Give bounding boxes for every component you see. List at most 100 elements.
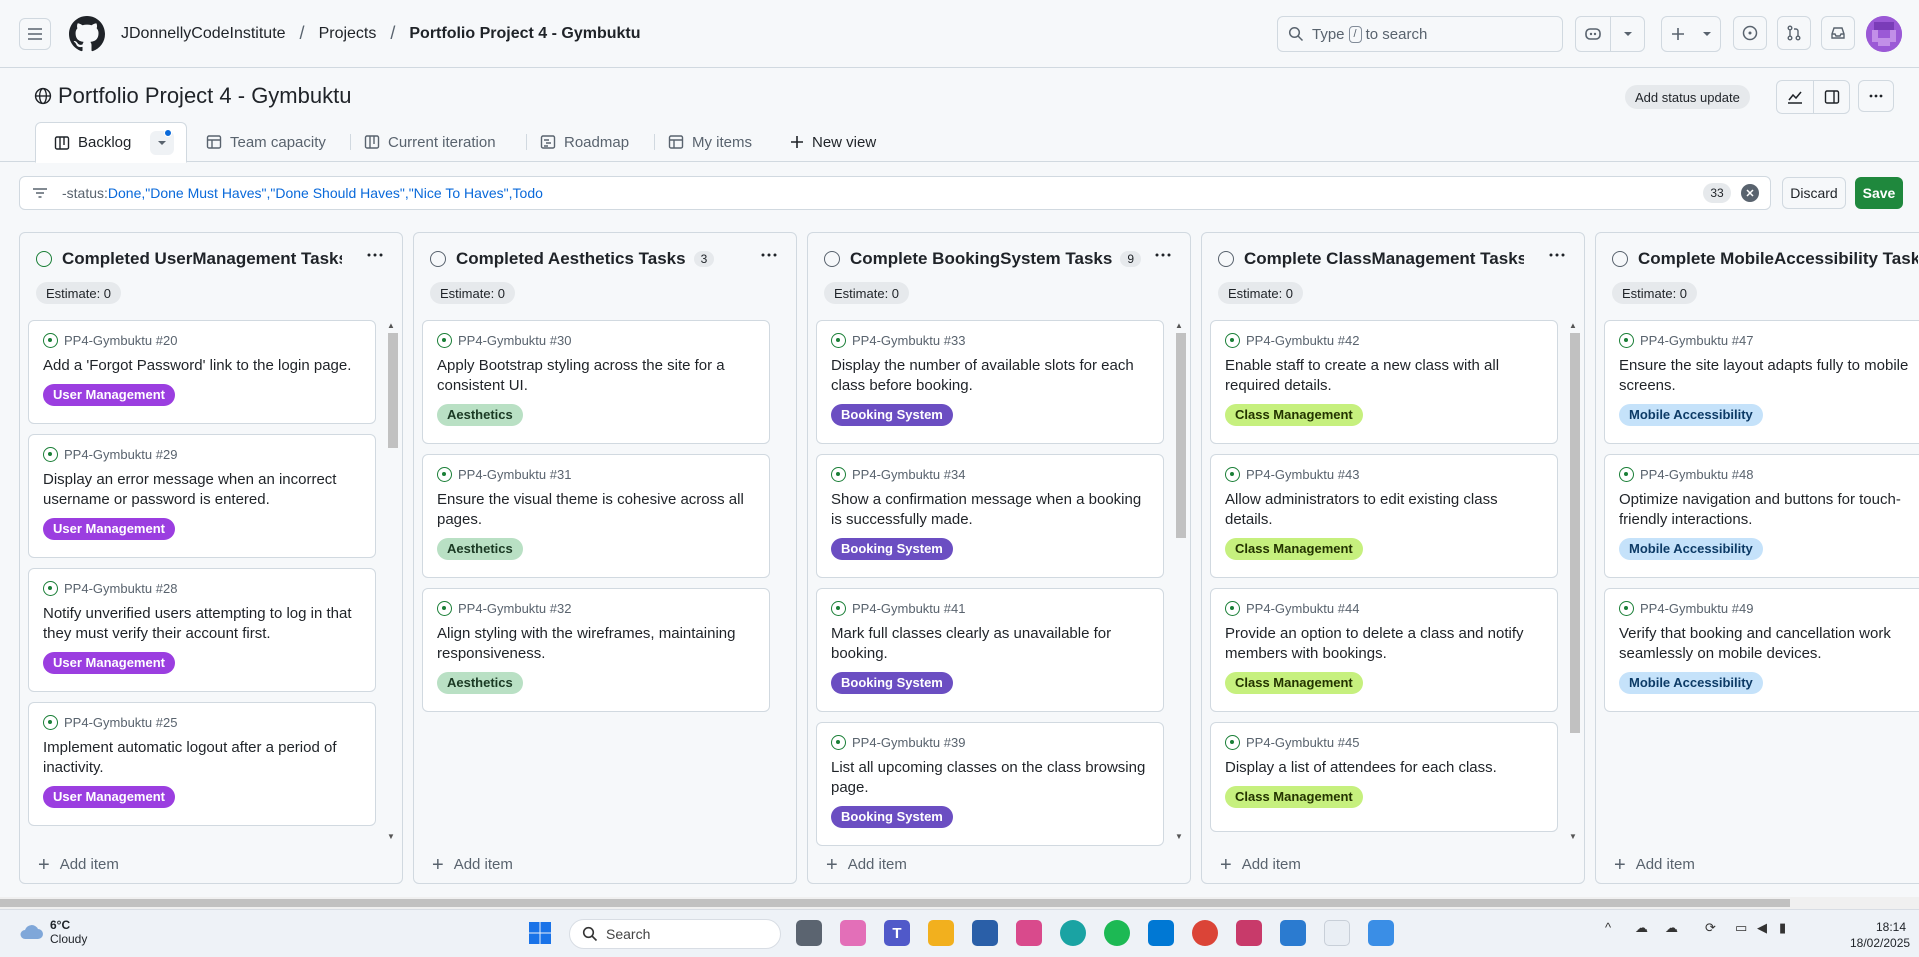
- issue-title[interactable]: Optimize navigation and buttons for touc…: [1619, 490, 1919, 530]
- column-header[interactable]: Completed Aesthetics Tasks 3: [414, 233, 796, 285]
- issue-title[interactable]: Display a list of attendees for each cla…: [1225, 758, 1543, 778]
- issue-reference[interactable]: PP4-Gymbuktu #43: [1225, 467, 1543, 482]
- global-search-input[interactable]: Type / to search: [1277, 16, 1563, 52]
- issue-card[interactable]: PP4-Gymbuktu #20 Add a 'Forgot Password' …: [28, 320, 376, 424]
- issue-label[interactable]: Class Management: [1225, 786, 1363, 808]
- issue-label[interactable]: Booking System: [831, 404, 953, 426]
- issue-title[interactable]: List all upcoming classes on the class b…: [831, 758, 1149, 798]
- issue-label[interactable]: User Management: [43, 384, 175, 406]
- scroll-down-arrow-icon[interactable]: ▼: [387, 832, 395, 841]
- add-item-button[interactable]: + Add item: [1220, 855, 1301, 875]
- horizontal-scrollbar-thumb[interactable]: [0, 899, 1790, 907]
- issue-card[interactable]: PP4-Gymbuktu #49 Verify that booking and …: [1604, 588, 1919, 712]
- active-app-icon[interactable]: [1236, 920, 1262, 946]
- tab-my-items[interactable]: My items: [654, 122, 752, 162]
- issue-card[interactable]: PP4-Gymbuktu #44 Provide an option to del…: [1210, 588, 1558, 712]
- column-menu-button[interactable]: [366, 247, 384, 268]
- copilot-button[interactable]: [1576, 17, 1610, 51]
- column-vertical-scrollbar[interactable]: ▲ ▼: [1568, 321, 1580, 841]
- issue-title[interactable]: Enable staff to create a new class with …: [1225, 356, 1543, 396]
- tab-backlog[interactable]: Backlog: [35, 122, 187, 163]
- add-status-update-button[interactable]: Add status update: [1625, 85, 1750, 109]
- filter-input[interactable]: -status:Done,"Done Must Haves","Done Sho…: [19, 176, 1771, 210]
- issue-reference[interactable]: PP4-Gymbuktu #47: [1619, 333, 1919, 348]
- issue-label[interactable]: Class Management: [1225, 538, 1363, 560]
- column-header[interactable]: Complete ClassManagement Tasks: [1202, 233, 1584, 285]
- issue-label[interactable]: Mobile Accessibility: [1619, 538, 1763, 560]
- issue-title[interactable]: Ensure the visual theme is cohesive acro…: [437, 490, 755, 530]
- issue-label[interactable]: Class Management: [1225, 672, 1363, 694]
- windows-start-button[interactable]: [527, 920, 553, 946]
- issue-reference[interactable]: PP4-Gymbuktu #42: [1225, 333, 1543, 348]
- add-item-button[interactable]: + Add item: [826, 855, 907, 875]
- issue-card[interactable]: PP4-Gymbuktu #45 Display a list of attend…: [1210, 722, 1558, 832]
- issue-card[interactable]: PP4-Gymbuktu #33 Display the number of av…: [816, 320, 1164, 444]
- microsoft-365-icon[interactable]: [1016, 920, 1042, 946]
- issue-reference[interactable]: PP4-Gymbuktu #25: [43, 715, 361, 730]
- tab-team-capacity[interactable]: Team capacity: [206, 122, 326, 162]
- battery-icon[interactable]: ▮: [1779, 920, 1786, 936]
- spotify-icon[interactable]: [1104, 920, 1130, 946]
- issue-card[interactable]: PP4-Gymbuktu #29 Display an error message…: [28, 434, 376, 558]
- issue-label[interactable]: Booking System: [831, 672, 953, 694]
- copilot-dropdown-button[interactable]: [1610, 17, 1644, 51]
- tab-current-iteration[interactable]: Current iteration: [350, 122, 496, 162]
- breadcrumb-owner[interactable]: JDonnellyCodeInstitute: [121, 25, 286, 43]
- issue-title[interactable]: Implement automatic logout after a perio…: [43, 738, 361, 778]
- column-header[interactable]: Completed UserManagement Tasks: [20, 233, 402, 285]
- clear-filter-button[interactable]: [1741, 184, 1759, 202]
- scrollbar-thumb[interactable]: [1176, 333, 1186, 538]
- task-view-icon[interactable]: [796, 920, 822, 946]
- issue-label[interactable]: Mobile Accessibility: [1619, 404, 1763, 426]
- inbox-button[interactable]: [1821, 16, 1855, 50]
- issue-reference[interactable]: PP4-Gymbuktu #20: [43, 333, 361, 348]
- paint-app-icon[interactable]: [1368, 920, 1394, 946]
- system-clock[interactable]: 18:14 18/02/2025: [1850, 919, 1910, 951]
- scroll-up-arrow-icon[interactable]: ▲: [1175, 321, 1183, 330]
- issue-label[interactable]: Class Management: [1225, 404, 1363, 426]
- issue-label[interactable]: User Management: [43, 518, 175, 540]
- pull-requests-button[interactable]: [1777, 16, 1811, 50]
- create-dropdown-button[interactable]: [1694, 17, 1720, 51]
- file-explorer-icon[interactable]: [928, 920, 954, 946]
- issue-label[interactable]: Booking System: [831, 806, 953, 828]
- vscode-icon[interactable]: [1148, 920, 1174, 946]
- scrollbar-thumb[interactable]: [388, 333, 398, 448]
- issue-card[interactable]: PP4-Gymbuktu #32 Align styling with the w…: [422, 588, 770, 712]
- column-menu-button[interactable]: [760, 247, 778, 268]
- column-menu-button[interactable]: [1154, 247, 1172, 268]
- network-icon[interactable]: ▭: [1735, 920, 1747, 936]
- issue-reference[interactable]: PP4-Gymbuktu #28: [43, 581, 361, 596]
- github-logo-icon[interactable]: [69, 15, 105, 52]
- add-item-button[interactable]: + Add item: [38, 855, 119, 875]
- issue-title[interactable]: Show a confirmation message when a booki…: [831, 490, 1149, 530]
- issue-card[interactable]: PP4-Gymbuktu #47 Ensure the site layout a…: [1604, 320, 1919, 444]
- issue-label[interactable]: User Management: [43, 652, 175, 674]
- scroll-up-arrow-icon[interactable]: ▲: [1569, 321, 1577, 330]
- issue-card[interactable]: PP4-Gymbuktu #34 Show a confirmation mess…: [816, 454, 1164, 578]
- hamburger-menu-button[interactable]: [19, 17, 51, 50]
- issue-reference[interactable]: PP4-Gymbuktu #34: [831, 467, 1149, 482]
- issue-title[interactable]: Notify unverified users attempting to lo…: [43, 604, 361, 644]
- issue-label[interactable]: Aesthetics: [437, 404, 523, 426]
- issue-label[interactable]: User Management: [43, 786, 175, 808]
- microsoft-store-icon[interactable]: [972, 920, 998, 946]
- issue-title[interactable]: Apply Bootstrap styling across the site …: [437, 356, 755, 396]
- column-header[interactable]: Complete MobileAccessibility Tasks: [1596, 233, 1919, 285]
- chat-app-icon[interactable]: [1324, 920, 1350, 946]
- scroll-down-arrow-icon[interactable]: ▼: [1175, 832, 1183, 841]
- issue-card[interactable]: PP4-Gymbuktu #30 Apply Bootstrap styling …: [422, 320, 770, 444]
- issue-reference[interactable]: PP4-Gymbuktu #33: [831, 333, 1149, 348]
- breadcrumb-current-project[interactable]: Portfolio Project 4 - Gymbuktu: [409, 25, 640, 43]
- issue-card[interactable]: PP4-Gymbuktu #42 Enable staff to create a…: [1210, 320, 1558, 444]
- add-item-button[interactable]: + Add item: [432, 855, 513, 875]
- volume-icon[interactable]: ◀: [1757, 920, 1767, 936]
- teams-icon[interactable]: T: [884, 920, 910, 946]
- scrollbar-thumb[interactable]: [1570, 333, 1580, 733]
- issue-card[interactable]: PP4-Gymbuktu #25 Implement automatic logo…: [28, 702, 376, 826]
- show-hidden-icons-icon[interactable]: ^: [1605, 920, 1611, 935]
- add-item-button[interactable]: + Add item: [1614, 855, 1695, 875]
- issue-title[interactable]: Add a 'Forgot Password' link to the logi…: [43, 356, 361, 376]
- issues-button[interactable]: [1733, 16, 1767, 50]
- column-vertical-scrollbar[interactable]: ▲ ▼: [1174, 321, 1186, 841]
